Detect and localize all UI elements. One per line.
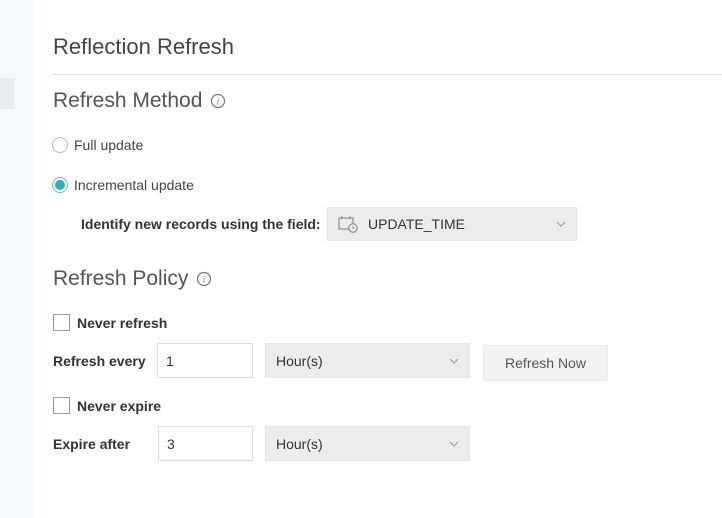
refresh-method-heading: Refresh Method i xyxy=(53,89,226,113)
calendar-clock-icon xyxy=(338,216,358,233)
refresh-now-button[interactable]: Refresh Now xyxy=(483,345,608,381)
sidebar-selected-item[interactable] xyxy=(0,78,15,109)
refresh-policy-title: Refresh Policy xyxy=(53,267,189,290)
never-expire-checkbox[interactable]: Never expire xyxy=(53,397,161,414)
refresh-every-unit-select[interactable]: Hour(s) xyxy=(265,343,470,378)
refresh-every-label: Refresh every xyxy=(53,353,146,369)
radio-incremental-update[interactable]: Incremental update xyxy=(52,177,194,193)
checkbox-label: Never expire xyxy=(77,397,162,414)
chevron-down-icon xyxy=(449,358,459,364)
page-title: Reflection Refresh xyxy=(53,34,234,59)
refresh-policy-heading: Refresh Policy i xyxy=(53,267,212,291)
info-icon[interactable]: i xyxy=(196,271,212,287)
field-label: Identify new records using the field: xyxy=(81,216,321,232)
radio-button[interactable] xyxy=(52,177,68,193)
field-value: UPDATE_TIME xyxy=(368,216,465,232)
divider xyxy=(53,74,722,75)
chevron-down-icon xyxy=(449,441,459,447)
field-select[interactable]: UPDATE_TIME xyxy=(327,207,577,241)
info-icon[interactable]: i xyxy=(210,93,226,109)
refresh-method-title: Refresh Method xyxy=(53,89,203,112)
expire-after-unit-select[interactable]: Hour(s) xyxy=(265,426,470,461)
radio-label: Incremental update xyxy=(74,177,194,193)
checkbox-label: Never refresh xyxy=(77,314,168,331)
svg-text:i: i xyxy=(203,275,206,285)
refresh-every-input[interactable]: 1 xyxy=(157,343,253,378)
checkbox[interactable] xyxy=(53,314,70,331)
never-refresh-checkbox[interactable]: Never refresh xyxy=(53,314,167,331)
svg-text:i: i xyxy=(217,97,220,107)
sidebar xyxy=(0,0,34,518)
unit-value: Hour(s) xyxy=(276,435,323,452)
radio-label: Full update xyxy=(74,137,144,153)
unit-value: Hour(s) xyxy=(276,352,323,369)
radio-full-update[interactable]: Full update xyxy=(52,137,143,153)
radio-button[interactable] xyxy=(52,137,68,153)
chevron-down-icon xyxy=(556,221,566,227)
checkbox[interactable] xyxy=(53,397,70,414)
expire-after-input[interactable]: 3 xyxy=(158,426,253,461)
expire-after-label: Expire after xyxy=(53,436,131,452)
